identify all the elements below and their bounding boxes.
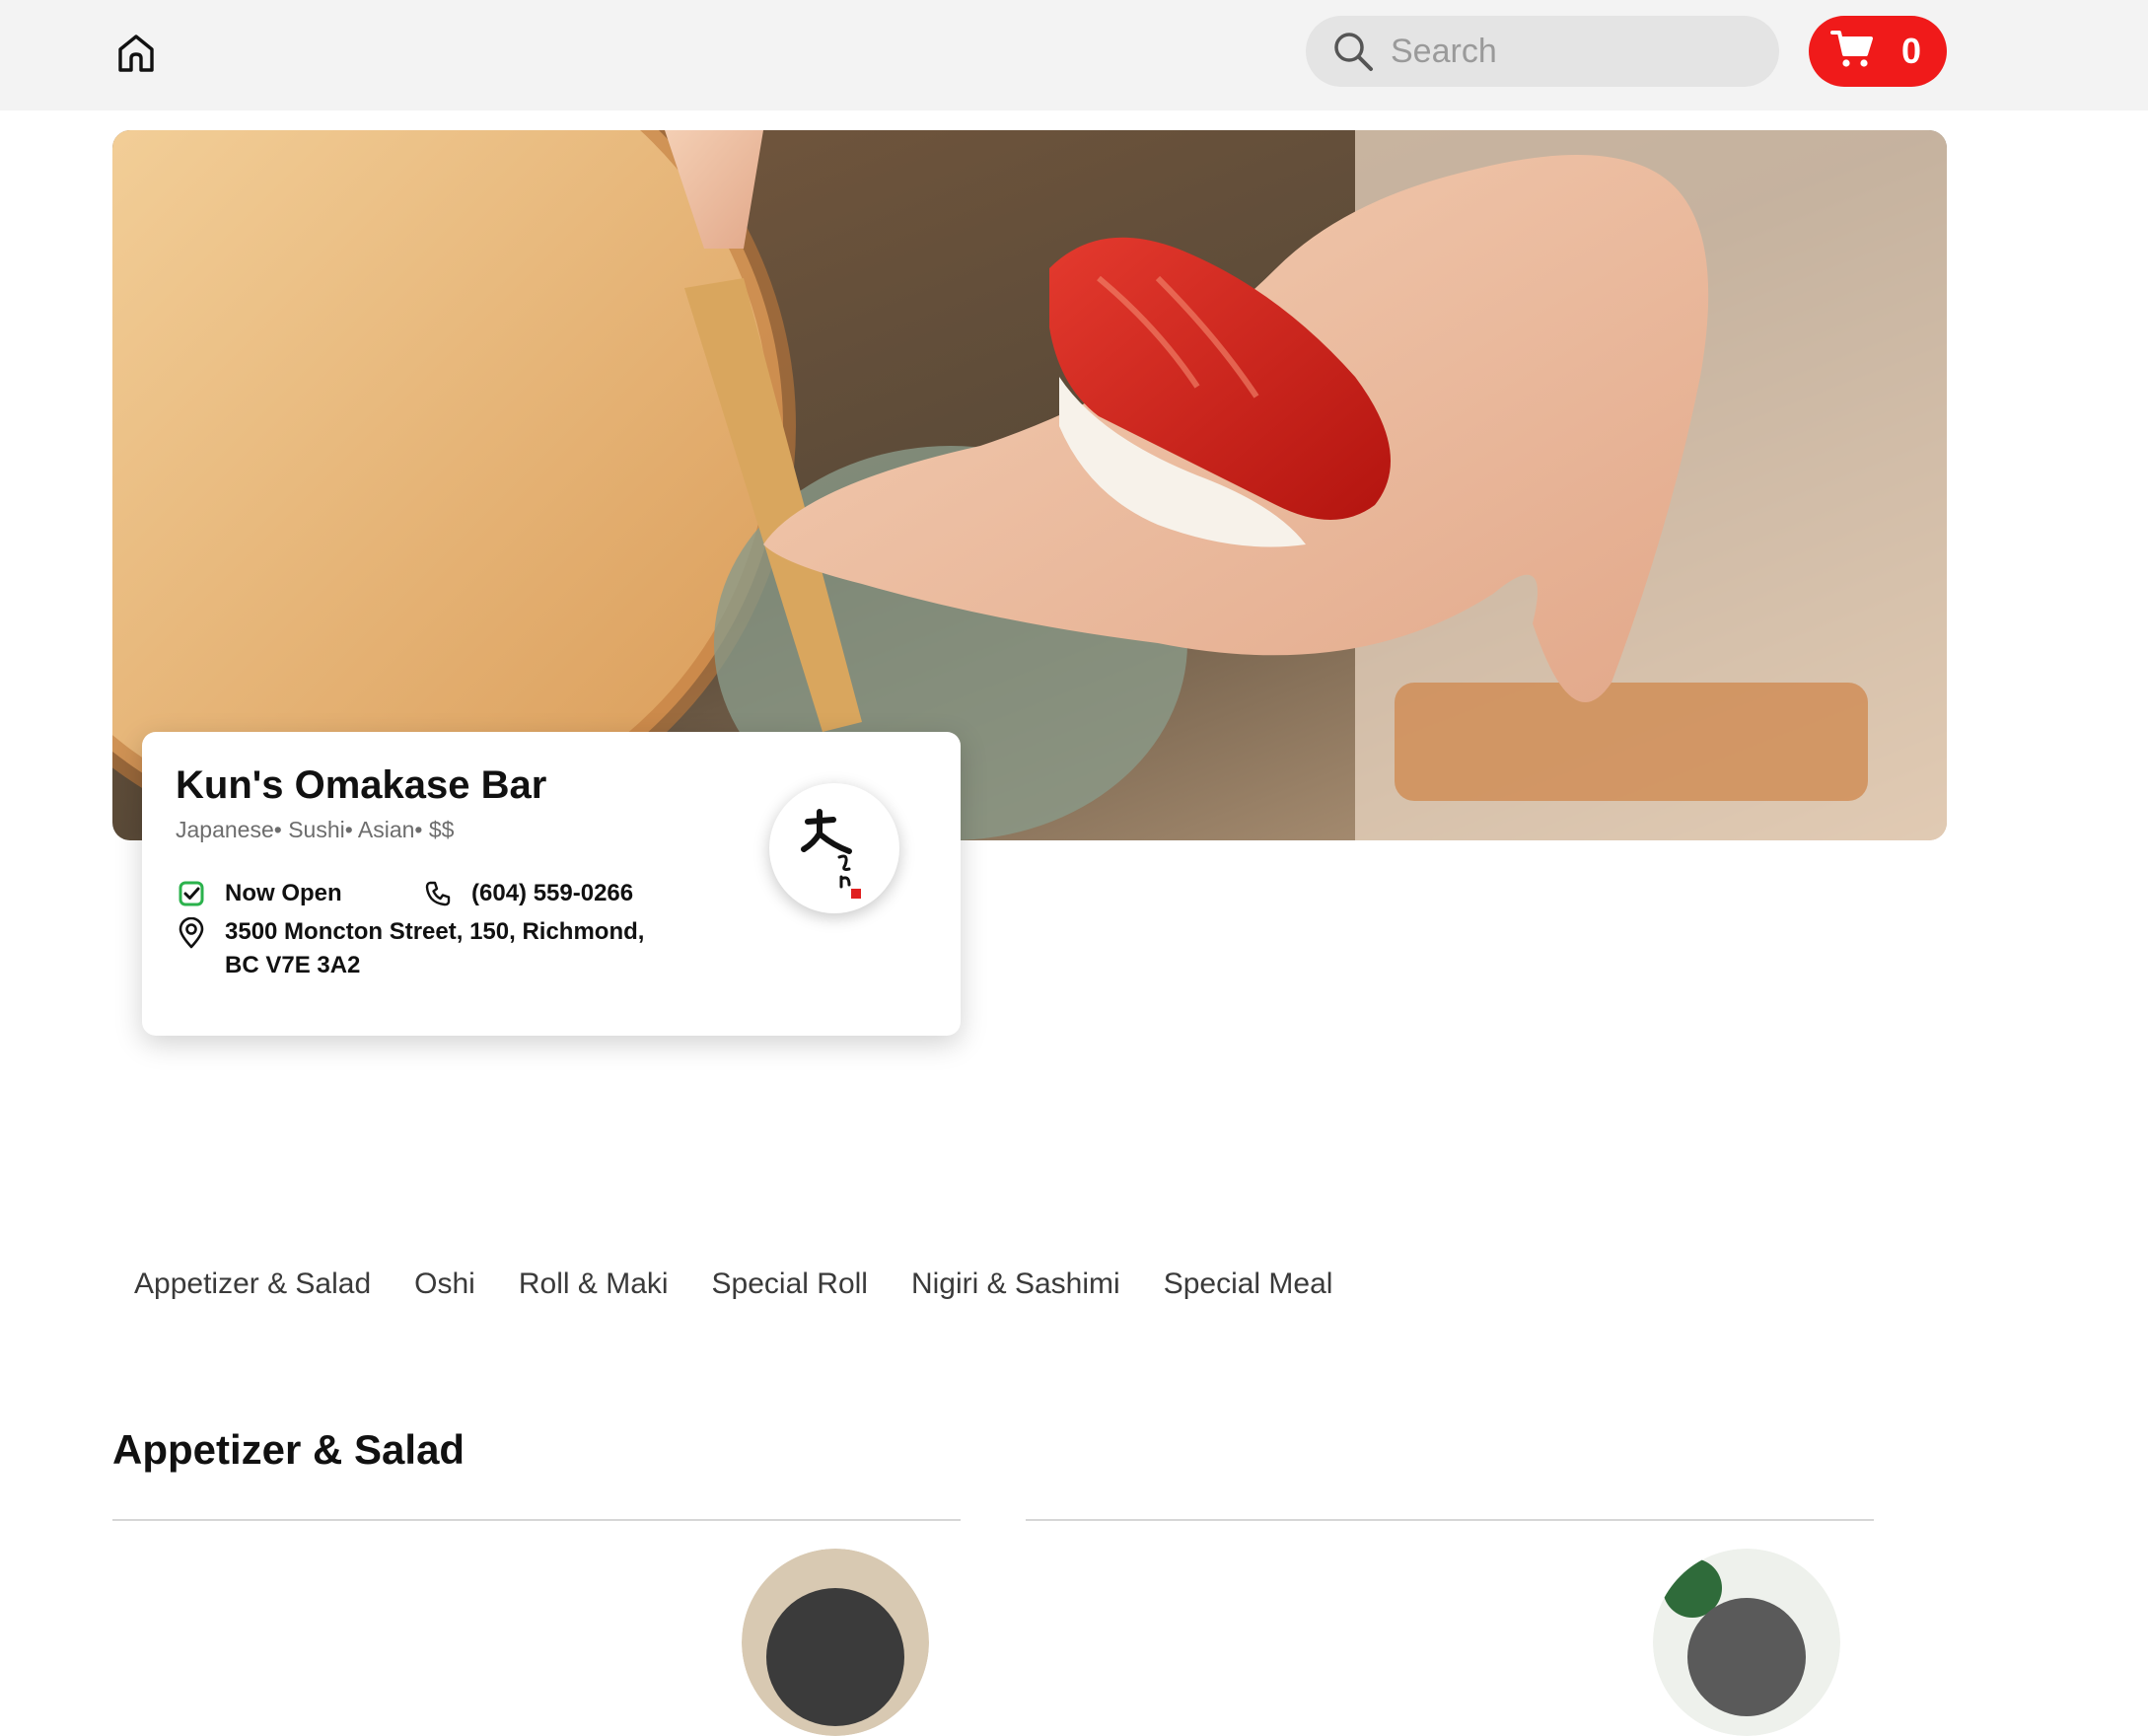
address-text: 3500 Moncton Street, 150, Richmond, BC V… [225,918,645,978]
home-button[interactable] [110,28,162,79]
cart-button[interactable]: 0 [1809,16,1947,87]
restaurant-name: Kun's Omakase Bar [176,763,547,807]
tab-oshi[interactable]: Oshi [393,1267,497,1301]
home-icon [118,35,154,72]
tab-special-roll[interactable]: Special Roll [690,1267,890,1301]
open-status: Now Open [176,878,342,909]
check-square-icon [176,878,207,909]
phone-number[interactable]: (604) 559-0266 [471,880,633,907]
phone-link[interactable]: (604) 559-0266 [422,878,633,909]
restaurant-tags: Japanese• Sushi• Asian• $$ [176,817,455,842]
menu-item-image[interactable] [742,1549,929,1736]
search-icon [1331,30,1375,73]
menu-item-image[interactable] [1653,1549,1840,1736]
address: 3500 Moncton Street, 150, Richmond, BC V… [176,917,669,982]
menu-item-divider [1026,1519,1874,1521]
tab-nigiri-sashimi[interactable]: Nigiri & Sashimi [890,1267,1142,1301]
section-title: Appetizer & Salad [112,1426,465,1473]
restaurant-logo [769,783,899,913]
phone-icon [422,878,454,909]
menu-item-divider [112,1519,961,1521]
tab-roll-maki[interactable]: Roll & Maki [497,1267,690,1301]
restaurant-info-card: Kun's Omakase Bar Japanese• Sushi• Asian… [142,732,961,1036]
shopping-cart-icon [1830,30,1874,74]
category-tabs: Appetizer & Salad Oshi Roll & Maki Speci… [112,1255,1354,1314]
top-bar: 0 [0,0,2148,110]
location-pin-icon [176,917,207,949]
search-bar[interactable] [1306,16,1779,87]
tab-special-meal[interactable]: Special Meal [1142,1267,1355,1301]
cart-count: 0 [1900,31,1921,71]
search-input[interactable] [1389,31,1767,72]
tab-appetizer-salad[interactable]: Appetizer & Salad [112,1267,393,1301]
status-text: Now Open [225,880,342,906]
